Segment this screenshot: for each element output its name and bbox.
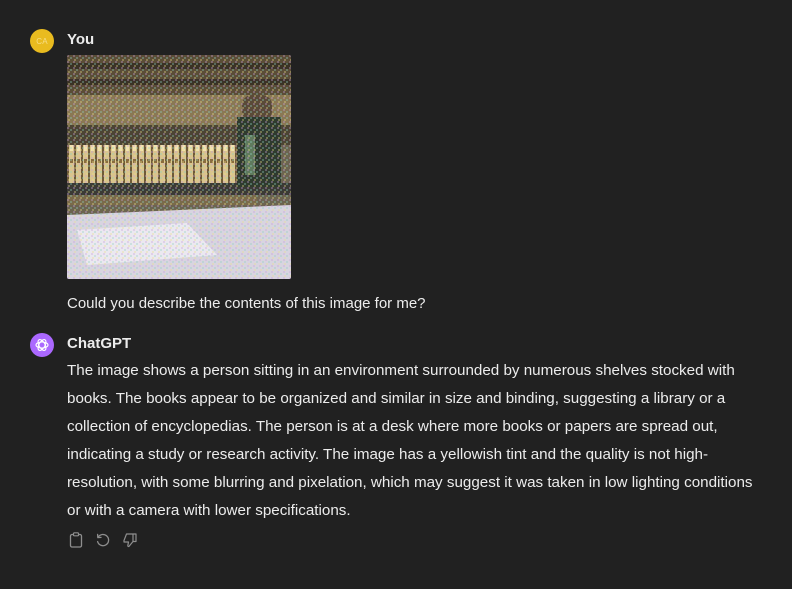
assistant-avatar bbox=[30, 333, 54, 357]
library-photo-thumbnail bbox=[67, 55, 291, 279]
message-actions bbox=[67, 531, 138, 549]
user-message: Could you describe the contents of this … bbox=[67, 295, 426, 312]
user-name: You bbox=[67, 31, 95, 48]
openai-logo-icon bbox=[35, 339, 49, 351]
regenerate-icon bbox=[96, 533, 109, 547]
assistant-message: The image shows a person sitting in an e… bbox=[67, 362, 753, 519]
regenerate-button[interactable] bbox=[94, 531, 111, 549]
clipboard-icon bbox=[69, 532, 82, 548]
copy-button[interactable] bbox=[67, 531, 84, 549]
thumbs-down-icon bbox=[122, 533, 137, 548]
user-avatar: CA bbox=[30, 29, 54, 53]
attached-image[interactable] bbox=[67, 55, 291, 279]
thumbs-down-button[interactable] bbox=[121, 531, 138, 549]
user-avatar-initials: CA bbox=[36, 36, 48, 46]
assistant-name: ChatGPT bbox=[67, 335, 132, 352]
